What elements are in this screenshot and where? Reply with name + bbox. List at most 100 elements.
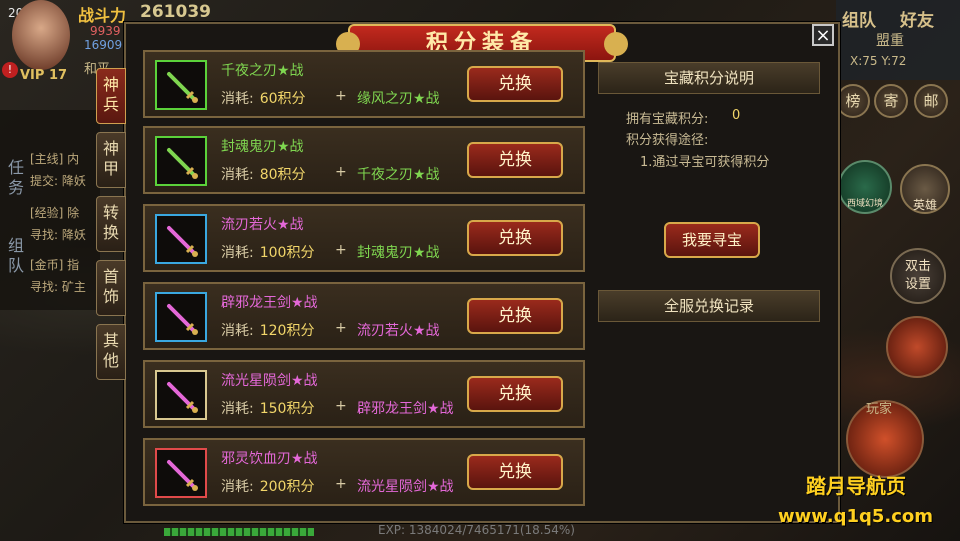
cost-label: 消耗: — [221, 245, 254, 261]
plus-sign: + — [335, 398, 347, 414]
tab-label: 神兵 — [103, 75, 120, 114]
item-row: 邪灵饮血刃★战消耗: 200积分 + 流光星陨剑★战 兑换 — [143, 438, 585, 506]
sword-icon — [167, 304, 198, 335]
exchange-button[interactable]: 兑换 — [467, 454, 563, 490]
plus-sign: + — [335, 242, 347, 258]
required-material: 流光星陨剑★战 — [357, 479, 454, 495]
weapon-slot[interactable] — [155, 136, 207, 186]
item-row: 封魂鬼刃★战 消耗: 80积分 + 千夜之刃★战 兑换 — [143, 126, 585, 194]
rank-button[interactable]: 榜 — [836, 84, 870, 118]
auto-map-label: 西域幻境 — [846, 199, 883, 209]
tab-weapon[interactable]: 神兵 — [96, 68, 126, 124]
sword-icon — [167, 148, 198, 179]
right-hud: 组队 好友 盟重 X:75 Y:72 — [836, 0, 960, 80]
cost-label: 消耗: — [221, 91, 254, 107]
item-cost: 消耗: 120积分 — [221, 320, 314, 340]
cost-points: 150积分 — [259, 401, 315, 417]
team-button[interactable]: 组队 — [842, 6, 876, 31]
cost-points: 80积分 — [259, 167, 306, 183]
points-explain-header[interactable]: 宝藏积分说明 — [598, 62, 820, 94]
quest-line[interactable]: 寻找: 降妖 — [30, 226, 86, 243]
item-name: 辟邪龙王剑★战 — [221, 295, 318, 311]
sword-icon — [167, 72, 198, 103]
cost-label: 消耗: — [221, 479, 254, 495]
auto-map-button[interactable]: 西域幻境 — [838, 160, 892, 214]
weapon-slot[interactable] — [155, 292, 207, 342]
tab-other[interactable]: 其他 — [96, 324, 126, 380]
item-cost: 消耗: 150积分 — [221, 398, 314, 418]
item-name: 邪灵饮血刃★战 — [221, 451, 318, 467]
power-label: 战斗力 — [78, 6, 127, 25]
way-item: 1.通过寻宝可获得积分 — [640, 155, 770, 170]
item-name: 流刃若火★战 — [221, 217, 304, 233]
exp-bar-text: EXP: 1384024/7465171(18.54%) — [378, 523, 575, 537]
item-cost: 消耗: 200积分 — [221, 476, 314, 496]
close-button[interactable]: × — [812, 24, 834, 46]
mp-value: 16909 — [84, 38, 123, 52]
item-row: 千夜之刃★战 消耗: 60积分 + 缘风之刃★战 兑换 — [143, 50, 585, 118]
player-mode-label[interactable]: 玩家 — [866, 398, 892, 417]
ways-label: 积分获得途径: — [626, 133, 709, 148]
player-avatar[interactable] — [12, 0, 70, 70]
weapon-slot[interactable] — [155, 370, 207, 420]
alert-icon[interactable]: ! — [2, 62, 18, 78]
weapon-slot[interactable] — [155, 448, 207, 498]
team-tab[interactable]: 组队 — [4, 236, 28, 276]
required-material: 流刃若火★战 — [357, 323, 440, 339]
tab-armor[interactable]: 神甲 — [96, 132, 126, 188]
quest-line[interactable]: [经验] 除 — [30, 204, 79, 221]
exchange-button[interactable]: 兑换 — [467, 298, 563, 334]
tab-label: 首饰 — [103, 267, 120, 306]
quest-tab[interactable]: 任务 — [4, 158, 28, 198]
mail-button[interactable]: 邮 — [914, 84, 948, 118]
watermark-title: 踏月导航页 — [806, 474, 906, 498]
item-row: 流光星陨剑★战消耗: 150积分 + 辟邪龙王剑★战 兑换 — [143, 360, 585, 428]
owned-points-value: 0 — [732, 108, 741, 123]
seek-treasure-button[interactable]: 我要寻宝 — [664, 222, 760, 258]
exchange-button[interactable]: 兑换 — [467, 220, 563, 256]
tab-label: 其他 — [103, 331, 120, 370]
server-records-header[interactable]: 全服兑换记录 — [598, 290, 820, 322]
quest-line[interactable]: 寻找: 矿主 — [30, 278, 86, 295]
hero-button[interactable]: 英雄 — [900, 164, 950, 214]
quest-line[interactable]: 提交: 降妖 — [30, 172, 86, 189]
skill-button[interactable] — [886, 316, 948, 378]
quest-line[interactable]: [金币] 指 — [30, 256, 79, 273]
weapon-slot[interactable] — [155, 214, 207, 264]
double-hit-label: 双击设置 — [904, 259, 931, 292]
item-cost: 消耗: 60积分 — [221, 88, 306, 108]
cost-label: 消耗: — [221, 167, 254, 183]
storage-button[interactable]: 寄 — [874, 84, 908, 118]
quest-panel: 任务 组队 [主线] 内 提交: 降妖 [经验] 除 寻找: 降妖 [金币] 指… — [0, 110, 100, 310]
exchange-button[interactable]: 兑换 — [467, 142, 563, 178]
weapon-slot[interactable] — [155, 60, 207, 110]
item-row: 辟邪龙王剑★战 消耗: 120积分 + 流刃若火★战 兑换 — [143, 282, 585, 350]
sword-icon — [167, 382, 198, 413]
map-coords: X:75 Y:72 — [850, 54, 907, 68]
item-row: 流刃若火★战 消耗: 100积分 + 封魂鬼刃★战 兑换 — [143, 204, 585, 272]
item-name: 千夜之刃★战 — [221, 63, 304, 79]
tab-convert[interactable]: 转换 — [96, 196, 126, 252]
friends-button[interactable]: 好友 — [900, 6, 934, 31]
required-material: 辟邪龙王剑★战 — [357, 401, 454, 417]
item-name: 封魂鬼刃★战 — [221, 139, 304, 155]
item-cost: 消耗: 100积分 — [221, 242, 314, 262]
required-material: 封魂鬼刃★战 — [357, 245, 440, 261]
exchange-button[interactable]: 兑换 — [467, 376, 563, 412]
cost-points: 100积分 — [259, 245, 315, 261]
exchange-button[interactable]: 兑换 — [467, 66, 563, 102]
owned-points-label: 拥有宝藏积分: — [626, 112, 709, 127]
quest-line[interactable]: [主线] 内 — [30, 150, 79, 167]
power-value: 261039 — [140, 2, 211, 22]
cost-points: 60积分 — [259, 91, 306, 107]
plus-sign: + — [335, 476, 347, 492]
vip-badge[interactable]: VIP 17 — [20, 68, 67, 83]
tab-jewelry[interactable]: 首饰 — [96, 260, 126, 316]
item-name: 流光星陨剑★战 — [221, 373, 318, 389]
tab-label: 转换 — [103, 203, 120, 242]
plus-sign: + — [335, 88, 347, 104]
map-name: 盟重 — [876, 33, 904, 49]
double-hit-button[interactable]: 双击设置 — [890, 248, 946, 304]
hp-value: 9939 — [90, 24, 121, 38]
cost-label: 消耗: — [221, 323, 254, 339]
